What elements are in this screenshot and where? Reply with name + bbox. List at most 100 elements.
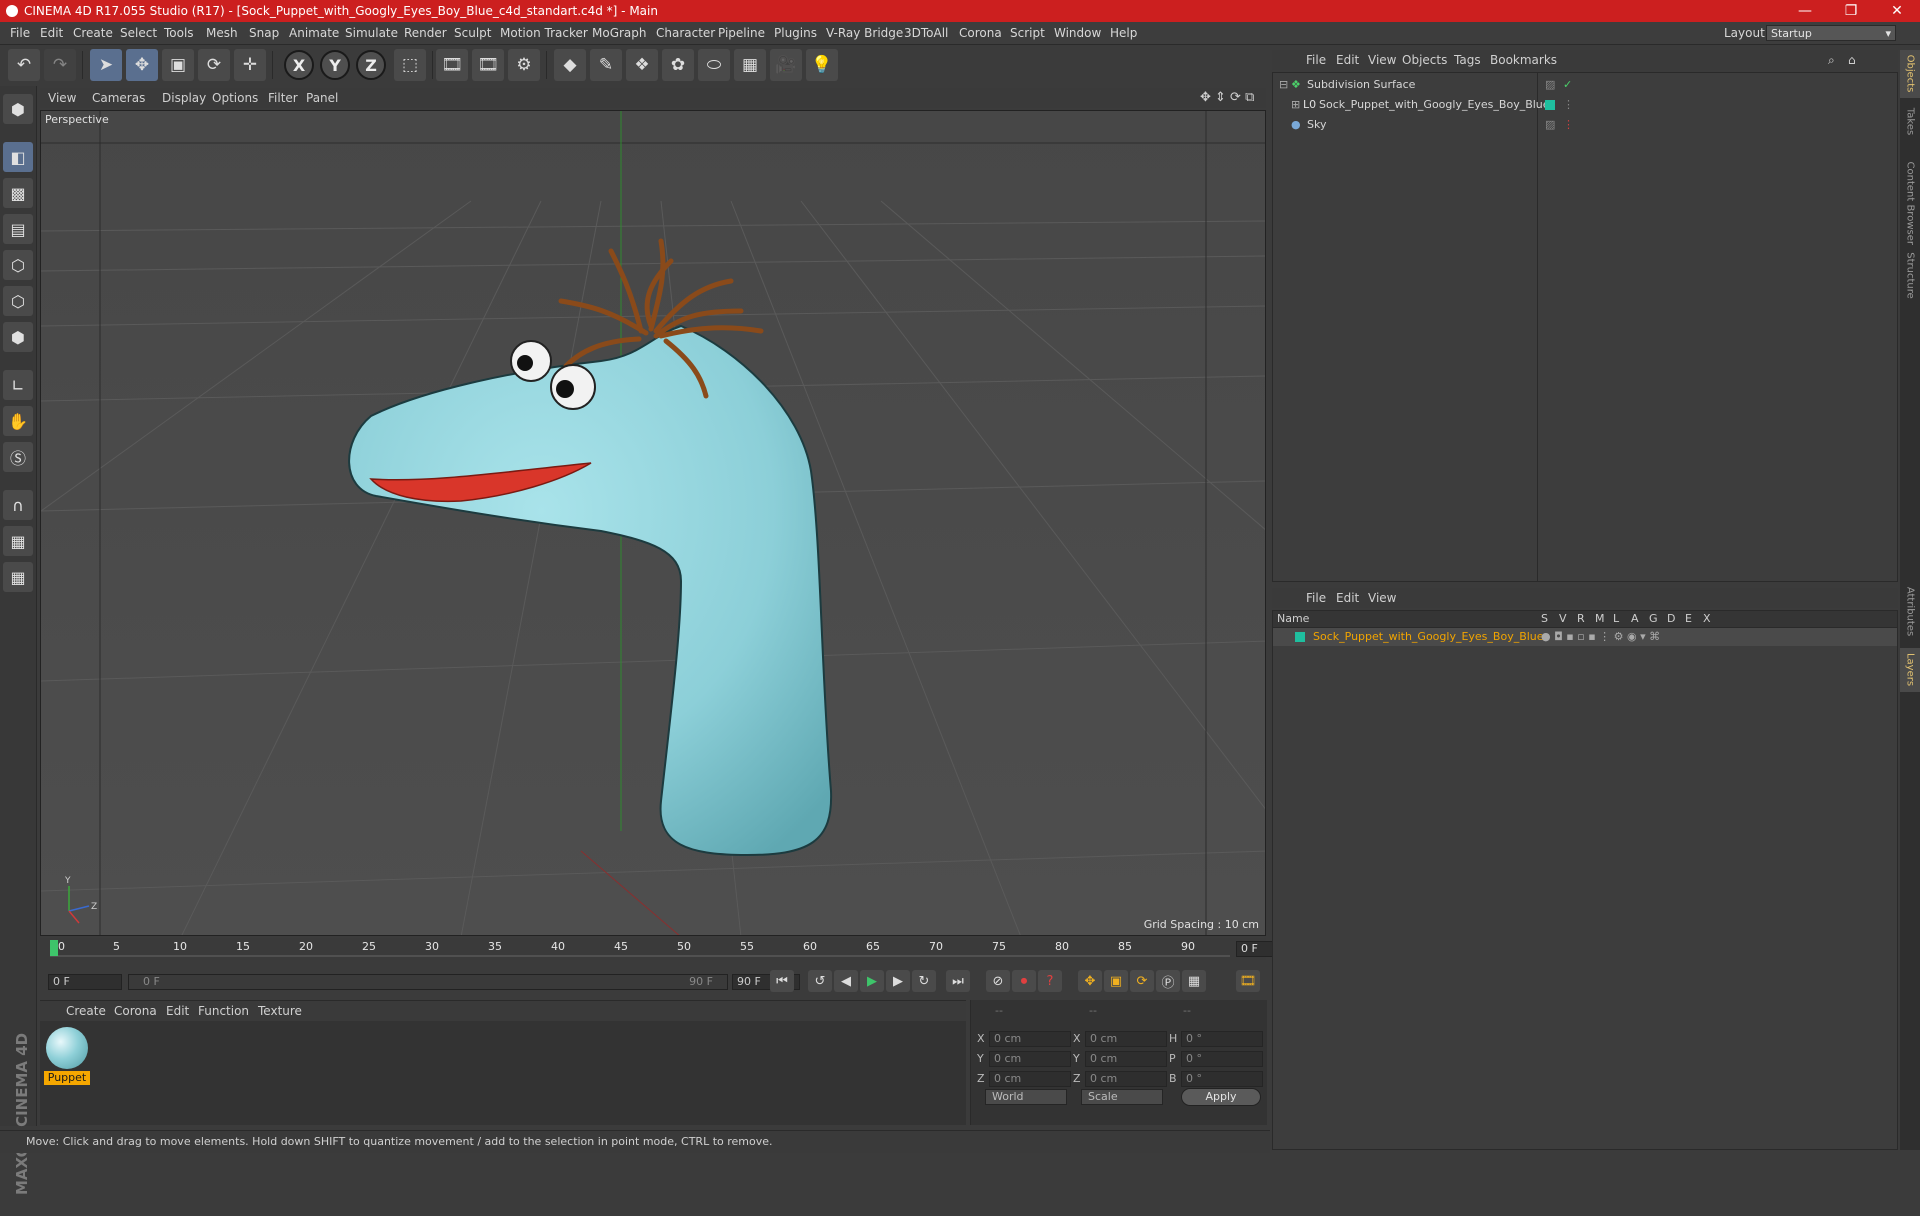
viewport-menu-panel[interactable]: Panel — [306, 88, 338, 108]
layer-tag-icon[interactable]: ▨ — [1545, 75, 1555, 95]
tab-layers[interactable]: Layers — [1900, 648, 1920, 692]
menu-mograph[interactable]: MoGraph — [592, 22, 647, 44]
tab-content-browser[interactable]: Content Browser — [1900, 146, 1920, 245]
menu-animate[interactable]: Animate — [289, 22, 339, 44]
layer-tag-icon[interactable]: ▨ — [1545, 115, 1555, 135]
objects-menu-objects[interactable]: Objects — [1402, 50, 1447, 70]
home-icon[interactable]: ⌂ — [1848, 50, 1856, 70]
next-frame-icon[interactable]: ▶ — [886, 970, 910, 992]
pen-spline-icon[interactable]: ✎ — [590, 49, 622, 81]
position-x-field[interactable]: 0 cm — [989, 1031, 1071, 1047]
timeline-window-icon[interactable]: 🎞 — [1236, 970, 1260, 992]
x-axis-lock-icon[interactable]: X — [284, 50, 314, 80]
previous-key-icon[interactable]: ↺ — [808, 970, 832, 992]
workplane-mode-icon[interactable]: ▤ — [3, 214, 33, 244]
coordinate-system-icon[interactable]: ⬚ — [394, 49, 426, 81]
menu-help[interactable]: Help — [1110, 22, 1137, 44]
menu-file[interactable]: File — [10, 22, 30, 44]
record-active-icon[interactable]: ⏺ — [1012, 970, 1036, 992]
key-rotation-icon[interactable]: ⟳ — [1130, 970, 1154, 992]
column-animation[interactable]: A — [1631, 611, 1639, 627]
frame-range-slider[interactable]: 0 F 90 F — [128, 974, 728, 990]
menu-corona[interactable]: Corona — [959, 22, 1002, 44]
restore-button[interactable]: ❐ — [1828, 0, 1874, 22]
cube-primitive-icon[interactable]: ◆ — [554, 49, 586, 81]
tweak-mode-icon[interactable]: ✋ — [3, 406, 33, 436]
menu-script[interactable]: Script — [1010, 22, 1045, 44]
layers-menu-file[interactable]: File — [1306, 588, 1326, 608]
objects-menu-bookmarks[interactable]: Bookmarks — [1490, 50, 1557, 70]
expand-toggle-icon[interactable]: ⊟ — [1279, 75, 1288, 95]
start-frame-field[interactable]: 0 F — [48, 974, 122, 990]
subdivision-surface-icon[interactable]: ❖ — [626, 49, 658, 81]
enabled-check-icon[interactable]: ✓ — [1563, 75, 1572, 95]
deformer-icon[interactable]: ⬭ — [698, 49, 730, 81]
light-icon[interactable]: 💡 — [806, 49, 838, 81]
apply-button[interactable]: Apply — [1181, 1088, 1261, 1106]
column-expressions[interactable]: E — [1685, 611, 1692, 627]
object-name[interactable]: Subdivision Surface — [1307, 75, 1415, 95]
tab-takes[interactable]: Takes — [1900, 102, 1920, 142]
menu-simulate[interactable]: Simulate — [345, 22, 398, 44]
transform-tool-icon[interactable]: ✛ — [234, 49, 266, 81]
model-mode-icon[interactable]: ◧ — [3, 142, 33, 172]
camera-icon[interactable]: 🎥 — [770, 49, 802, 81]
render-view-icon[interactable]: 🎞 — [436, 49, 468, 81]
go-to-start-icon[interactable]: ⏮ — [770, 970, 794, 992]
polygons-mode-icon[interactable]: ⬢ — [3, 322, 33, 352]
play-icon[interactable]: ▶ — [860, 970, 884, 992]
material-menu-edit[interactable]: Edit — [166, 1001, 189, 1021]
tab-structure[interactable]: Structure — [1900, 246, 1920, 306]
material-menu-function[interactable]: Function — [198, 1001, 249, 1021]
objects-menu-edit[interactable]: Edit — [1336, 50, 1359, 70]
visibility-dots-icon[interactable]: ⋮ — [1563, 115, 1574, 135]
menu-tools[interactable]: Tools — [164, 22, 194, 44]
column-solo[interactable]: S — [1541, 611, 1548, 627]
menu-motion-tracker[interactable]: Motion Tracker — [500, 22, 588, 44]
menu-sculpt[interactable]: Sculpt — [454, 22, 491, 44]
size-mode-dropdown[interactable]: Scale — [1081, 1089, 1163, 1105]
material-menu-texture[interactable]: Texture — [258, 1001, 302, 1021]
key-pla-icon[interactable]: ▦ — [1182, 970, 1206, 992]
viewport-menu-display[interactable]: Display — [162, 88, 206, 108]
menu-render[interactable]: Render — [404, 22, 447, 44]
column-render[interactable]: R — [1577, 611, 1585, 627]
menu-edit[interactable]: Edit — [40, 22, 63, 44]
material-menu-create[interactable]: Create — [66, 1001, 106, 1021]
menu-plugins[interactable]: Plugins — [774, 22, 817, 44]
solo-mode-icon[interactable]: Ⓢ — [3, 442, 33, 472]
objects-menu-file[interactable]: File — [1306, 50, 1326, 70]
layer-toggle-icons[interactable]: ● ◘ ▪ ▫ ▪ ⋮ ⚙ ◉ ▾ ⌘ — [1541, 628, 1660, 646]
make-editable-icon[interactable]: ⬢ — [3, 94, 33, 124]
viewport-camera-label[interactable]: Perspective — [45, 113, 109, 126]
column-generators[interactable]: G — [1649, 611, 1658, 627]
material-menu-corona[interactable]: Corona — [114, 1001, 157, 1021]
timeline-playhead[interactable] — [50, 940, 58, 956]
render-picture-viewer-icon[interactable]: 🎞 — [472, 49, 504, 81]
rotation-h-field[interactable]: 0 ° — [1181, 1031, 1263, 1047]
scale-tool-icon[interactable]: ▣ — [162, 49, 194, 81]
object-name[interactable]: Sky — [1307, 115, 1326, 135]
viewport-menu-options[interactable]: Options — [212, 88, 258, 108]
column-locked[interactable]: L — [1613, 611, 1619, 627]
viewport-navigation-icons[interactable]: ✥ ⇕ ⟳ ⧉ — [1200, 88, 1254, 108]
menu-pipeline[interactable]: Pipeline — [718, 22, 765, 44]
size-y-field[interactable]: 0 cm — [1085, 1051, 1167, 1067]
z-axis-lock-icon[interactable]: Z — [356, 50, 386, 80]
object-row[interactable]: ⊞ L0 Sock_Puppet_with_Googly_Eyes_Boy_Bl… — [1273, 95, 1897, 115]
layers-menu-edit[interactable]: Edit — [1336, 588, 1359, 608]
cloner-icon[interactable]: ✿ — [662, 49, 694, 81]
layers-menu-view[interactable]: View — [1368, 588, 1396, 608]
object-row[interactable]: ⊟ ❖ Subdivision Surface ▨ ✓ — [1273, 75, 1897, 95]
layout-select[interactable]: Startup — [1766, 25, 1896, 42]
workplane-lock-icon[interactable]: ▦ — [3, 526, 33, 556]
objects-menu-view[interactable]: View — [1368, 50, 1396, 70]
search-icon[interactable]: ⌕ — [1828, 50, 1835, 70]
layer-name[interactable]: Sock_Puppet_with_Googly_Eyes_Boy_Blue — [1313, 628, 1544, 646]
texture-mode-icon[interactable]: ▩ — [3, 178, 33, 208]
points-mode-icon[interactable]: ⬡ — [3, 250, 33, 280]
object-row[interactable]: ● Sky ▨ ⋮ — [1273, 115, 1897, 135]
key-parameter-icon[interactable]: Ⓟ — [1156, 970, 1180, 992]
visibility-dots-icon[interactable]: ⋮ — [1563, 95, 1574, 115]
column-name[interactable]: Name — [1277, 611, 1309, 627]
